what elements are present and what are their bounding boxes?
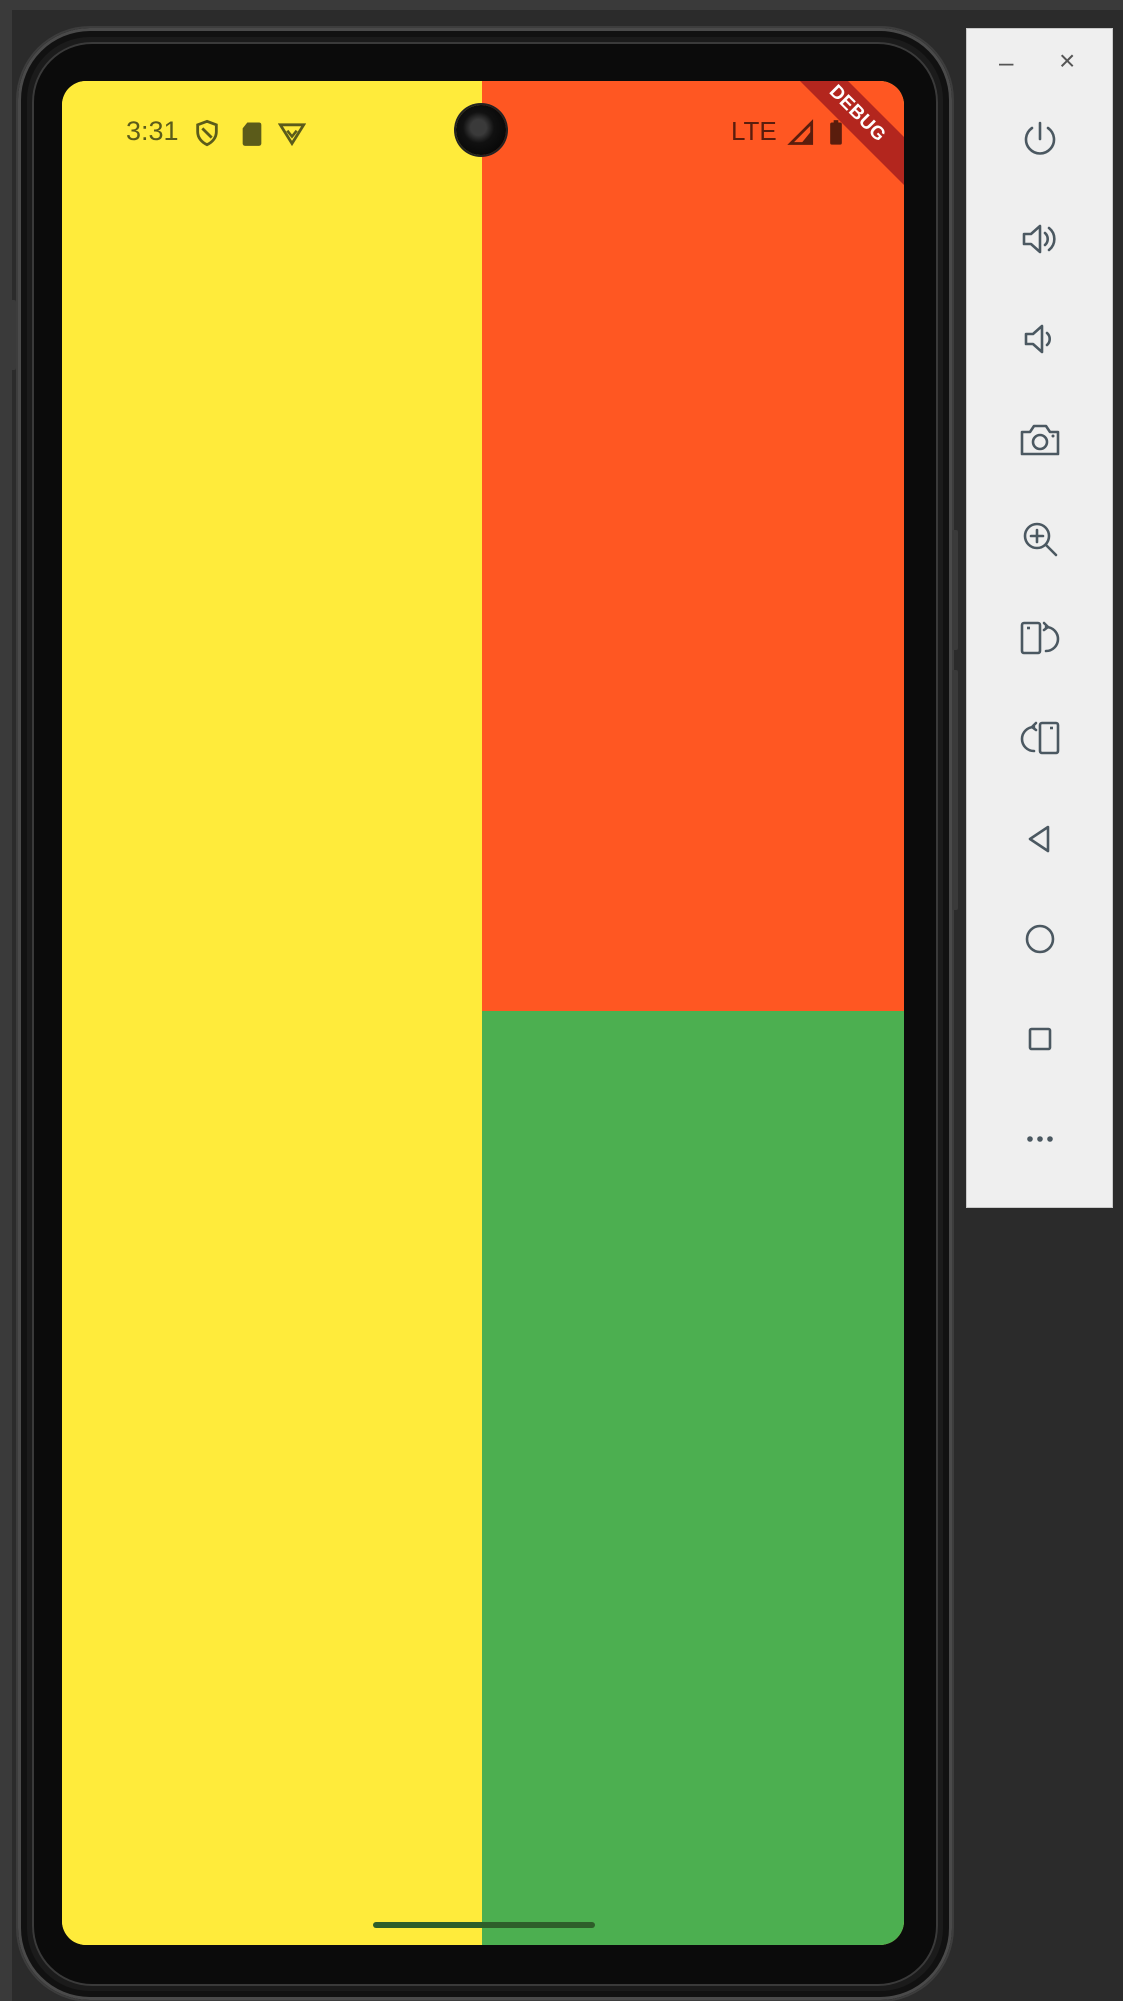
close-button[interactable]: × — [1059, 45, 1075, 77]
signal-icon — [787, 119, 814, 145]
status-time: 3:31 — [126, 116, 179, 146]
green-panel[interactable] — [482, 1011, 904, 1945]
orange-panel[interactable] — [482, 81, 904, 1011]
status-bar: 3:31 LTE DEBUG — [62, 81, 904, 194]
volume-up-button[interactable] — [1007, 206, 1073, 272]
shield-icon — [196, 119, 218, 147]
rotate-left-icon — [1020, 721, 1060, 755]
data-saver-icon — [278, 123, 306, 147]
window-top-band — [0, 0, 1123, 10]
network-type: LTE — [731, 116, 777, 146]
volume-up-icon — [1022, 224, 1056, 254]
volume-down-button[interactable] — [1007, 306, 1073, 372]
rotate-left-button[interactable] — [1007, 706, 1073, 772]
more-button[interactable] — [1007, 1106, 1073, 1172]
zoom-in-icon — [1023, 522, 1058, 557]
power-icon — [1024, 121, 1056, 155]
yellow-panel[interactable] — [62, 81, 482, 1945]
back-icon — [1028, 825, 1050, 853]
home-icon — [1025, 924, 1055, 954]
minimize-button[interactable]: – — [999, 47, 1013, 78]
overview-button[interactable] — [1007, 1006, 1073, 1072]
gesture-home-bar[interactable] — [373, 1922, 595, 1928]
device-side-button — [10, 300, 16, 370]
device-side-button — [952, 670, 958, 910]
overview-icon — [1028, 1027, 1052, 1051]
volume-down-icon — [1024, 324, 1051, 354]
sd-card-icon — [242, 122, 262, 146]
home-button[interactable] — [1007, 906, 1073, 972]
back-button[interactable] — [1007, 806, 1073, 872]
emulator-toolbar: – × — [966, 28, 1113, 1208]
more-icon — [1027, 1136, 1053, 1142]
camera-icon — [1020, 424, 1060, 456]
device-side-button — [952, 530, 958, 650]
rotate-right-button[interactable] — [1007, 606, 1073, 672]
front-camera — [456, 105, 506, 155]
power-button[interactable] — [1007, 106, 1073, 172]
rotate-right-icon — [1020, 621, 1060, 655]
zoom-button[interactable] — [1007, 506, 1073, 572]
screenshot-button[interactable] — [1007, 407, 1073, 473]
device-screen[interactable]: 3:31 LTE DEBUG — [62, 81, 904, 1945]
